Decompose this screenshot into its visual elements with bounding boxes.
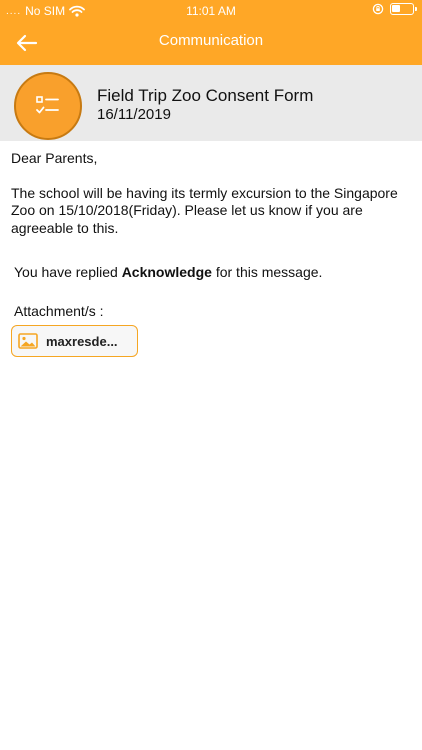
image-icon (18, 333, 38, 349)
message-body: Dear Parents, The school will be having … (11, 150, 411, 237)
reply-status: You have replied Acknowledge for this me… (14, 264, 322, 280)
orientation-lock-icon (372, 3, 384, 15)
battery-level (392, 5, 400, 12)
attachment-name: maxresde... (46, 333, 118, 349)
checklist-icon (36, 96, 59, 114)
message-date: 16/11/2019 (97, 106, 171, 123)
status-time: 11:01 AM (186, 4, 236, 18)
message-greeting: Dear Parents, (11, 150, 98, 166)
nav-row: Communication (0, 22, 422, 65)
reply-prefix: You have replied (14, 264, 118, 280)
battery-icon (390, 3, 417, 15)
top-bar: .... No SIM 11:01 AM Communication (0, 0, 422, 65)
message-title: Field Trip Zoo Consent Form (97, 86, 314, 105)
status-bar: .... No SIM 11:01 AM (0, 0, 422, 22)
message-content: The school will be having its termly exc… (11, 184, 398, 236)
attachment-item[interactable]: maxresde... (11, 325, 138, 357)
page-title: Communication (158, 32, 264, 49)
reply-response: Acknowledge (121, 264, 212, 280)
attachments-label: Attachment/s : (14, 303, 104, 319)
message-avatar (14, 72, 82, 140)
reply-suffix: for this message. (215, 264, 323, 280)
status-right (372, 3, 417, 15)
